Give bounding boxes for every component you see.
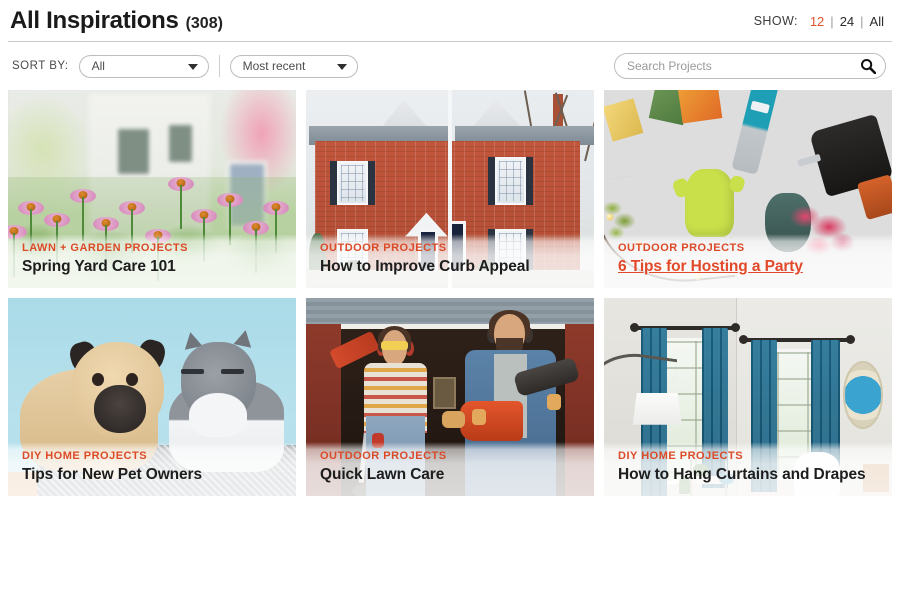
show-option-12[interactable]: 12 <box>804 14 830 29</box>
card-title[interactable]: Tips for New Pet Owners <box>22 466 282 484</box>
order-select[interactable]: Most recent <box>229 54 358 78</box>
inspiration-card-3[interactable]: OUTDOOR PROJECTS 6 Tips for Hosting a Pa… <box>604 90 892 288</box>
toolbar-divider <box>218 55 220 77</box>
card-title[interactable]: Quick Lawn Care <box>320 466 580 484</box>
sort-group: SORT BY: All Most recent <box>12 54 358 78</box>
search-box[interactable] <box>614 53 886 79</box>
card-category: OUTDOOR PROJECTS <box>320 242 447 255</box>
show-options: 12 | 24 | All <box>804 14 890 29</box>
inspiration-card-4[interactable]: DIY HOME PROJECTS Tips for New Pet Owner… <box>8 298 296 496</box>
filter-toolbar: SORT BY: All Most recent <box>0 42 900 90</box>
page-item-count: (308) <box>185 15 223 32</box>
card-title[interactable]: 6 Tips for Hosting a Party <box>618 258 878 276</box>
card-title[interactable]: Spring Yard Care 101 <box>22 258 282 276</box>
show-option-24[interactable]: 24 <box>834 14 860 29</box>
inspiration-card-2[interactable]: OUTDOOR PROJECTS How to Improve Curb App… <box>306 90 594 288</box>
inspiration-card-6[interactable]: DIY HOME PROJECTS How to Hang Curtains a… <box>604 298 892 496</box>
inspiration-grid: LAWN + GARDEN PROJECTS Spring Yard Care … <box>0 90 900 496</box>
card-category: OUTDOOR PROJECTS <box>618 242 745 255</box>
card-caption: OUTDOOR PROJECTS 6 Tips for Hosting a Pa… <box>604 234 892 288</box>
card-title[interactable]: How to Improve Curb Appeal <box>320 258 580 276</box>
card-caption: OUTDOOR PROJECTS Quick Lawn Care <box>306 442 594 496</box>
card-caption: OUTDOOR PROJECTS How to Improve Curb App… <box>306 234 594 288</box>
page-title: All Inspirations <box>10 7 179 34</box>
card-title[interactable]: How to Hang Curtains and Drapes <box>618 466 878 484</box>
sort-by-label: SORT BY: <box>12 60 69 72</box>
category-select-value: All <box>91 59 105 73</box>
page-header: All Inspirations (308) SHOW: 12 | 24 | A… <box>0 0 900 42</box>
category-select[interactable]: All <box>78 54 209 78</box>
card-caption: DIY HOME PROJECTS Tips for New Pet Owner… <box>8 442 296 496</box>
search-input[interactable] <box>627 59 851 73</box>
card-caption: DIY HOME PROJECTS How to Hang Curtains a… <box>604 442 892 496</box>
card-category: DIY HOME PROJECTS <box>22 450 148 463</box>
show-label: SHOW: <box>753 14 798 28</box>
page-title-group: All Inspirations (308) <box>10 7 223 35</box>
search-icon[interactable] <box>860 58 876 74</box>
card-category: DIY HOME PROJECTS <box>618 450 744 463</box>
card-caption: LAWN + GARDEN PROJECTS Spring Yard Care … <box>8 234 296 288</box>
header-divider <box>8 41 892 42</box>
chevron-down-icon <box>336 64 347 70</box>
card-category: OUTDOOR PROJECTS <box>320 450 447 463</box>
show-control: SHOW: 12 | 24 | All <box>754 14 890 29</box>
show-option-all[interactable]: All <box>864 14 890 29</box>
chevron-down-icon <box>187 64 198 70</box>
inspiration-card-1[interactable]: LAWN + GARDEN PROJECTS Spring Yard Care … <box>8 90 296 288</box>
inspiration-card-5[interactable]: OUTDOOR PROJECTS Quick Lawn Care <box>306 298 594 496</box>
card-category: LAWN + GARDEN PROJECTS <box>22 242 188 255</box>
order-select-value: Most recent <box>242 59 306 73</box>
